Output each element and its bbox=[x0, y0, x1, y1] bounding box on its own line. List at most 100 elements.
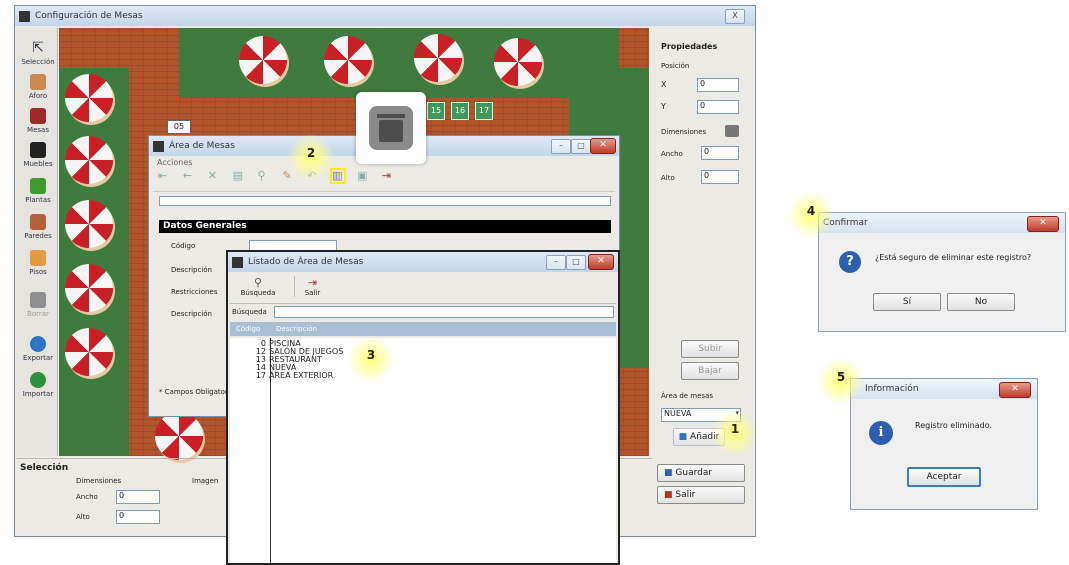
selection-image-label: Imagen bbox=[192, 477, 219, 485]
selection-width-input[interactable]: 0 bbox=[116, 490, 160, 504]
properties-title: Propiedades bbox=[661, 42, 718, 51]
people-icon bbox=[30, 74, 46, 90]
list-toolbar: ⚲ Búsqueda ⇥ Salir bbox=[230, 274, 616, 304]
callout-4: 4 bbox=[788, 192, 834, 238]
field-label-description: Descripción bbox=[171, 266, 212, 274]
delete-trash-icon[interactable]: ▥ bbox=[330, 168, 347, 184]
y-input[interactable]: 0 bbox=[697, 100, 739, 114]
move-down-button[interactable]: Bajar bbox=[681, 362, 739, 380]
move-up-button[interactable]: Subir bbox=[681, 340, 739, 358]
umbrella[interactable] bbox=[155, 412, 203, 460]
confirm-no-button[interactable]: No bbox=[947, 293, 1015, 311]
trash-icon bbox=[369, 106, 413, 150]
print-icon[interactable]: ▤ bbox=[233, 170, 245, 182]
area-minimize-button[interactable]: – bbox=[551, 139, 571, 154]
table-icon bbox=[30, 108, 46, 124]
width-input[interactable]: 0 bbox=[701, 146, 739, 160]
umbrella[interactable] bbox=[65, 328, 113, 376]
main-close-button[interactable]: X bbox=[725, 9, 745, 24]
list-maximize-button[interactable]: □ bbox=[566, 255, 586, 270]
field-label-description-2: Descripción bbox=[171, 310, 212, 318]
table-badge[interactable]: 05 bbox=[167, 120, 191, 134]
callout-3: 3 bbox=[348, 336, 394, 382]
column-header-code[interactable]: Código bbox=[236, 322, 260, 336]
list-exit-button[interactable]: ⇥ Salir bbox=[294, 276, 330, 297]
umbrella[interactable] bbox=[65, 136, 113, 184]
list-close-button[interactable]: ✕ bbox=[588, 254, 614, 270]
exit-button[interactable]: ■ Salir bbox=[657, 486, 745, 504]
umbrella[interactable] bbox=[65, 264, 113, 312]
umbrella[interactable] bbox=[239, 36, 287, 84]
search-icon[interactable]: ⚲ bbox=[258, 170, 270, 182]
umbrella[interactable] bbox=[65, 74, 113, 122]
tool-export[interactable]: Exportar bbox=[18, 336, 58, 362]
column-header-description[interactable]: Descripción bbox=[276, 322, 317, 336]
list-search-button[interactable]: ⚲ Búsqueda bbox=[236, 276, 280, 297]
callout-1: 1 bbox=[712, 410, 758, 456]
width-label: Ancho bbox=[661, 150, 683, 158]
umbrella[interactable] bbox=[494, 38, 542, 86]
umbrella[interactable] bbox=[65, 200, 113, 248]
selection-height-input[interactable]: 0 bbox=[116, 510, 160, 524]
tool-tables[interactable]: Mesas bbox=[18, 108, 58, 134]
umbrella[interactable] bbox=[414, 34, 462, 82]
info-accept-button[interactable]: Aceptar bbox=[907, 467, 981, 487]
table-tile[interactable]: 16 bbox=[451, 102, 469, 120]
first-icon[interactable]: ⇤ bbox=[158, 170, 170, 182]
y-label: Y bbox=[661, 102, 666, 111]
exit-icon[interactable]: ⇥ bbox=[382, 170, 394, 182]
app-icon bbox=[232, 256, 243, 268]
tool-plants[interactable]: Plantas bbox=[18, 178, 58, 204]
tool-delete[interactable]: Borrar bbox=[18, 292, 58, 318]
tool-aforo[interactable]: Aforo bbox=[18, 74, 58, 100]
table-tile[interactable]: 15 bbox=[427, 102, 445, 120]
list-minimize-button[interactable]: – bbox=[546, 255, 566, 270]
save-icon: ■ bbox=[664, 468, 673, 478]
confirm-yes-button[interactable]: Sí bbox=[873, 293, 941, 311]
dimensions-lock-icon[interactable] bbox=[725, 125, 739, 137]
prev-icon[interactable]: ← bbox=[183, 170, 195, 182]
info-message: Registro eliminado. bbox=[915, 421, 993, 430]
area-record-selector[interactable] bbox=[159, 196, 611, 206]
umbrella[interactable] bbox=[324, 36, 372, 84]
dimensions-label: Dimensiones bbox=[661, 128, 707, 136]
info-icon: i bbox=[869, 421, 893, 445]
app-icon bbox=[153, 140, 164, 152]
cancel-icon[interactable]: ✕ bbox=[208, 170, 220, 182]
tool-floors[interactable]: Pisos bbox=[18, 250, 58, 276]
info-dialog: Información ✕ i Registro eliminado. Acep… bbox=[850, 378, 1038, 510]
tool-sidebar: ⇱ Selección Aforo Mesas Muebles Plantas … bbox=[16, 28, 58, 456]
area-menu[interactable]: Acciones bbox=[157, 158, 192, 167]
height-label: Alto bbox=[661, 174, 675, 182]
tool-select[interactable]: ⇱ Selección bbox=[18, 40, 58, 66]
list-search-input[interactable] bbox=[274, 306, 614, 318]
green-floor-left bbox=[59, 68, 129, 456]
save-button[interactable]: ■ Guardar bbox=[657, 464, 745, 482]
confirm-dialog: Confirmar ✕ ? ¿Está seguro de eliminar e… bbox=[818, 212, 1066, 332]
area-maximize-button[interactable]: □ bbox=[571, 139, 591, 154]
callout-5: 5 bbox=[818, 358, 864, 404]
magnifier-icon: ⚲ bbox=[253, 276, 263, 289]
position-label: Posición bbox=[661, 62, 690, 70]
area-close-button[interactable]: ✕ bbox=[590, 138, 616, 154]
table-tile[interactable]: 17 bbox=[475, 102, 493, 120]
selection-title: Selección bbox=[20, 463, 69, 473]
tool-import[interactable]: Importar bbox=[18, 372, 58, 398]
callout-2: 2 bbox=[288, 134, 334, 180]
field-label-code: Código bbox=[171, 242, 196, 250]
info-close-button[interactable]: ✕ bbox=[999, 382, 1031, 398]
height-input[interactable]: 0 bbox=[701, 170, 739, 184]
confirm-close-button[interactable]: ✕ bbox=[1027, 216, 1059, 232]
brick-icon bbox=[30, 214, 46, 230]
list-window-title: Listado de Área de Mesas bbox=[248, 257, 364, 267]
trash-icon bbox=[30, 292, 46, 308]
field-label-restrictions: Restricciones bbox=[171, 288, 218, 296]
question-icon: ? bbox=[839, 251, 861, 273]
save-icon[interactable]: ▣ bbox=[357, 170, 369, 182]
area-toolbar: ⇤ ← ✕ ▤ ⚲ ✎ ↶ ▥ ▣ ⇥ bbox=[153, 168, 615, 192]
x-input[interactable]: 0 bbox=[697, 78, 739, 92]
tool-walls[interactable]: Paredes bbox=[18, 214, 58, 240]
tool-furniture[interactable]: Muebles bbox=[18, 142, 58, 168]
list-search-label: Búsqueda bbox=[232, 308, 267, 316]
area-window-title: Área de Mesas bbox=[169, 141, 235, 151]
